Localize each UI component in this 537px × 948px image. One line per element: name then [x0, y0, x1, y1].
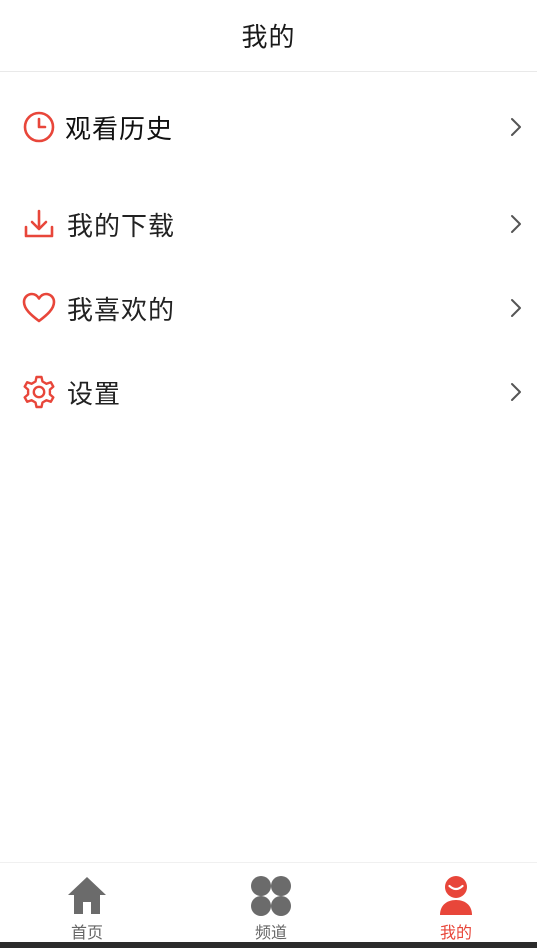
- menu-item-label: 我喜欢的: [67, 295, 176, 326]
- page-title: 我的: [241, 23, 296, 53]
- heart-icon: [20, 289, 58, 327]
- chevron-right-icon: [511, 383, 521, 401]
- menu-item-settings[interactable]: 设置: [0, 362, 537, 422]
- gear-icon: [20, 373, 58, 411]
- chevron-right-icon: [511, 118, 521, 136]
- chevron-right-icon: [511, 215, 521, 233]
- menu-item-downloads[interactable]: 我的下载: [0, 194, 537, 254]
- tab-channels[interactable]: 频道: [211, 863, 331, 943]
- tab-label: 首页: [70, 923, 103, 942]
- channels-icon: [250, 875, 292, 921]
- clock-icon: [20, 108, 58, 146]
- tab-profile[interactable]: 我的: [396, 863, 516, 943]
- menu-item-label: 观看历史: [65, 114, 174, 145]
- home-icon: [66, 875, 108, 919]
- chevron-right-icon: [511, 299, 521, 317]
- tab-home[interactable]: 首页: [27, 863, 147, 943]
- system-home-indicator: [0, 942, 537, 948]
- download-icon: [20, 205, 58, 243]
- menu-item-label: 设置: [67, 379, 122, 410]
- tab-label: 频道: [254, 923, 287, 942]
- menu-item-favorites[interactable]: 我喜欢的: [0, 278, 537, 338]
- top-nav-bar: 我的: [0, 0, 537, 72]
- bottom-tab-bar: 首页 频道 我的: [0, 862, 537, 942]
- user-icon: [438, 875, 474, 921]
- menu-item-watch-history[interactable]: 观看历史: [0, 97, 537, 157]
- menu-item-label: 我的下载: [67, 211, 176, 242]
- tab-label: 我的: [439, 923, 472, 942]
